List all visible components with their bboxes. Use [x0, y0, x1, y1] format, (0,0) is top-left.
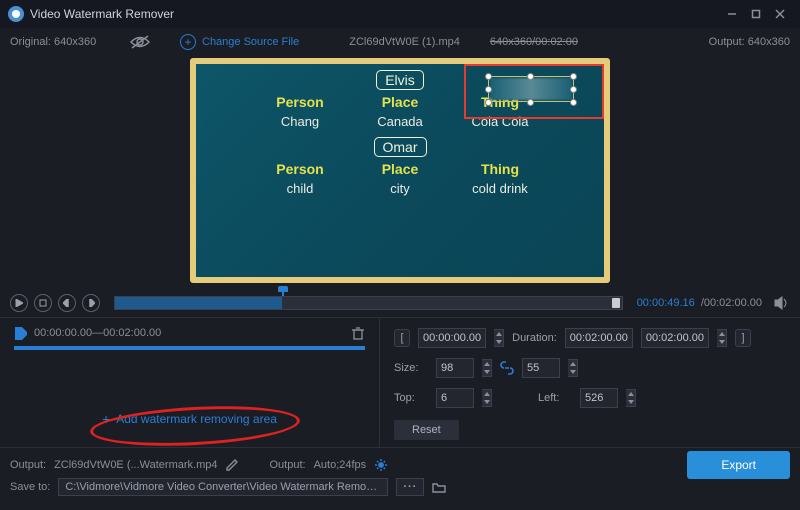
change-source-button[interactable]: + Change Source File: [180, 34, 299, 50]
delete-segment-button[interactable]: [351, 326, 365, 340]
preview-val: Canada: [350, 114, 450, 129]
top-label: Top:: [394, 392, 428, 404]
left-spinner[interactable]: [626, 389, 636, 407]
size-height-spinner[interactable]: [568, 359, 578, 377]
set-start-button[interactable]: [: [394, 329, 410, 347]
time-total: /00:02:00.00: [701, 297, 762, 309]
output-dims-label: Output: 640x360: [709, 36, 790, 48]
segment-sep: —: [92, 327, 103, 339]
resize-handle[interactable]: [485, 99, 492, 106]
preview-header-place: Place: [350, 161, 450, 177]
stop-button[interactable]: [34, 294, 52, 312]
add-watermark-area-button[interactable]: + Add watermark removing area: [85, 405, 294, 433]
segment-end: 00:02:00.00: [103, 327, 161, 339]
reset-button[interactable]: Reset: [394, 420, 459, 440]
resize-handle[interactable]: [570, 99, 577, 106]
size-height-input[interactable]: 55: [522, 358, 560, 378]
link-aspect-icon[interactable]: [500, 361, 514, 375]
range-end-handle[interactable]: [612, 298, 620, 308]
info-bar: Original: 640x360 + Change Source File Z…: [0, 28, 800, 56]
watermark-selection[interactable]: [464, 64, 604, 119]
output-file-name: ZCl69dVtW0E (...Watermark.mp4: [54, 459, 217, 471]
preview-val: Chang: [250, 114, 350, 129]
close-button[interactable]: [768, 4, 792, 24]
crop-start-spinner[interactable]: [494, 329, 504, 347]
titlebar: Video Watermark Remover: [0, 0, 800, 28]
resize-handle[interactable]: [485, 73, 492, 80]
preview-header-person: Person: [250, 94, 350, 110]
output-file-label: Output:: [10, 459, 46, 471]
output-preset-value: Auto;24fps: [314, 459, 367, 471]
resize-handle[interactable]: [570, 73, 577, 80]
step-forward-button[interactable]: [82, 294, 100, 312]
size-label: Size:: [394, 362, 428, 374]
crop-panel: [ 00:00:00.00 Duration: 00:02:00.00 00:02…: [380, 318, 800, 447]
timeline[interactable]: [114, 296, 623, 310]
open-folder-button[interactable]: [432, 480, 446, 494]
browse-path-button[interactable]: ···: [396, 478, 424, 496]
footer: Output: ZCl69dVtW0E (...Watermark.mp4 Ou…: [0, 447, 800, 504]
plus-icon: +: [102, 412, 110, 426]
source-filename: ZCl69dVtW0E (1).mp4: [349, 36, 460, 48]
original-dims: 640x360: [54, 36, 96, 48]
crop-duration-input[interactable]: 00:02:00.00: [565, 328, 633, 348]
step-back-button[interactable]: [58, 294, 76, 312]
video-preview[interactable]: Elvis Person Place Thing Chang Canada Co…: [190, 58, 610, 283]
preview-header-thing: Thing: [450, 161, 550, 177]
preview-toggle-icon[interactable]: [130, 35, 150, 49]
source-dims-strike: 640x360/00:02:00: [490, 36, 578, 48]
transport-bar: 00:00:49.16/00:02:00.00: [0, 289, 800, 317]
preview-header-person: Person: [250, 161, 350, 177]
size-width-input[interactable]: 98: [436, 358, 474, 378]
segment-row: 00:00:00.00 — 00:02:00.00: [14, 326, 365, 340]
output-settings-button[interactable]: [374, 458, 388, 472]
app-logo-icon: [8, 6, 24, 22]
set-end-button[interactable]: ]: [735, 329, 751, 347]
size-width-spinner[interactable]: [482, 359, 492, 377]
export-button[interactable]: Export: [687, 451, 790, 479]
original-label: Original: 640x360: [10, 36, 130, 48]
preview-name-1: Elvis: [376, 70, 424, 90]
minimize-button[interactable]: [720, 4, 744, 24]
output-preset-label: Output:: [269, 459, 305, 471]
preview-area: Elvis Person Place Thing Chang Canada Co…: [0, 58, 800, 283]
resize-handle[interactable]: [570, 86, 577, 93]
timeline-selection: [115, 297, 282, 309]
preview-header-place: Place: [350, 94, 450, 110]
crop-end-input[interactable]: 00:02:00.00: [641, 328, 709, 348]
crop-end-spinner[interactable]: [717, 329, 727, 347]
play-button[interactable]: [10, 294, 28, 312]
left-label: Left:: [538, 392, 572, 404]
output-dims: 640x360: [748, 36, 790, 48]
rename-output-button[interactable]: [225, 458, 239, 472]
preview-val: cold drink: [450, 181, 550, 196]
preview-name-2: Omar: [374, 137, 427, 157]
edit-panels: 00:00:00.00 — 00:02:00.00 + Add watermar…: [0, 317, 800, 447]
volume-icon[interactable]: [774, 295, 790, 311]
top-spinner[interactable]: [482, 389, 492, 407]
plus-icon: +: [180, 34, 196, 50]
save-path[interactable]: C:\Vidmore\Vidmore Video Converter\Video…: [58, 478, 388, 496]
preview-val: city: [350, 181, 450, 196]
segment-start: 00:00:00.00: [34, 327, 92, 339]
segment-panel: 00:00:00.00 — 00:02:00.00 + Add watermar…: [0, 318, 380, 447]
playhead-icon[interactable]: [282, 292, 284, 296]
tag-icon: [14, 326, 28, 340]
app-title: Video Watermark Remover: [30, 7, 720, 21]
duration-label: Duration:: [512, 332, 557, 344]
resize-handle[interactable]: [485, 86, 492, 93]
preview-val: child: [250, 181, 350, 196]
left-input[interactable]: 526: [580, 388, 618, 408]
segment-bar[interactable]: [14, 346, 365, 350]
maximize-button[interactable]: [744, 4, 768, 24]
resize-handle[interactable]: [527, 99, 534, 106]
top-input[interactable]: 6: [436, 388, 474, 408]
time-current: 00:00:49.16: [637, 297, 695, 309]
save-to-label: Save to:: [10, 481, 50, 493]
crop-start-input[interactable]: 00:00:00.00: [418, 328, 486, 348]
resize-handle[interactable]: [527, 73, 534, 80]
